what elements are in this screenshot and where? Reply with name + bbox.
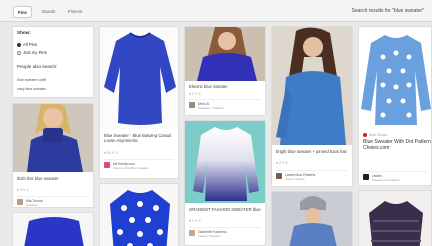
tab-pins[interactable]: Pins xyxy=(13,6,32,18)
show-label: Show: xyxy=(17,30,31,35)
pin-stats: ♥ 4 ✎ 3 xyxy=(189,219,201,223)
avatar xyxy=(189,230,195,236)
radio-unselected-icon xyxy=(17,50,21,55)
pin-caption: Electric blue sweater xyxy=(189,84,228,89)
radio-all-pins[interactable]: All Pins xyxy=(17,42,37,47)
pin-stats: ♥ 4 ✎ 1 xyxy=(17,188,29,192)
pin-card[interactable]: GRADIENT FASHION SWEATER blue ♥ 4 ✎ 3 Ga… xyxy=(184,120,266,246)
pinner-info: Lauren Ann Roberts unicorn sweater xyxy=(276,170,348,181)
pin-card[interactable] xyxy=(12,212,94,246)
avatar xyxy=(17,199,23,205)
pin-image[interactable] xyxy=(272,192,352,246)
pin-from[interactable]: from Choies xyxy=(369,133,387,137)
pin-card[interactable] xyxy=(99,183,179,246)
pin-caption: bright blue sweater + pinned back hair xyxy=(276,149,347,154)
pin-card[interactable] xyxy=(271,191,353,246)
pin-stats: ♥ 2 ✎ 5 xyxy=(189,92,201,96)
source-sub: Summer 2014 Blue Sweater xyxy=(113,166,148,170)
top-bar: Pins Boards Pinners Search results for "… xyxy=(0,0,432,22)
suggestion-link[interactable]: blue sweater outfit xyxy=(17,78,46,82)
radio-just-my-pins[interactable]: Just my Pins xyxy=(17,50,47,55)
pin-caption: Ibizh this blue sweater xyxy=(17,176,59,181)
pin-card[interactable] xyxy=(358,190,432,246)
source-info: bizTrendy.com Summer 2014 Blue Sweater xyxy=(104,159,174,170)
source-info: choies Sweaters & Cardigans xyxy=(363,171,427,182)
suggestion-link[interactable]: navy blue sweater xyxy=(17,87,46,91)
avatar xyxy=(189,102,195,108)
pin-image[interactable] xyxy=(359,27,431,129)
pin-stats: ♥ 2 ✎ 5 xyxy=(276,161,288,165)
pin-image[interactable] xyxy=(185,121,265,203)
pin-caption: Blue Sweater - Blue Batwing Casual Loose… xyxy=(104,133,172,144)
pin-image[interactable] xyxy=(100,27,178,129)
pinner-info: Gabrielle Fosnerus Fashion Sweaters xyxy=(189,227,261,238)
board-name[interactable]: Fashion Sweaters xyxy=(198,234,220,238)
pin-image[interactable] xyxy=(359,191,431,246)
pinner-info: Meru B. Sweaters + Knitwear xyxy=(189,99,261,110)
board-name[interactable]: unicorn sweater xyxy=(285,177,305,181)
tab-boards[interactable]: Boards xyxy=(38,6,59,18)
radio-selected-icon xyxy=(17,42,21,47)
source-logo-icon xyxy=(104,162,110,168)
pin-card[interactable]: Electric blue sweater ♥ 2 ✎ 5 Meru B. Sw… xyxy=(184,26,266,116)
board-name[interactable]: Sweaters xyxy=(26,203,38,207)
also-search-label: People also search: xyxy=(17,64,58,69)
tab-pinners[interactable]: Pinners xyxy=(64,6,86,18)
pin-image[interactable] xyxy=(272,27,352,145)
radio-label: All Pins xyxy=(23,42,37,47)
pinterest-icon xyxy=(363,133,367,137)
pin-card[interactable]: Ibizh this blue sweater ♥ 4 ✎ 1 Mia Tunn… xyxy=(12,103,94,208)
board-name[interactable]: Sweaters + Knitwear xyxy=(198,106,224,110)
pin-image[interactable] xyxy=(100,184,178,246)
pin-title[interactable]: Blue Sweater With Dot Pattern Choies.com xyxy=(363,139,431,151)
source-logo-icon xyxy=(363,174,369,180)
pin-caption: GRADIENT FASHION SWEATER blue xyxy=(189,207,261,212)
pin-card[interactable]: Blue Sweater - Blue Batwing Casual Loose… xyxy=(99,26,179,179)
pin-stats: ♥ 15 ✎ 3 xyxy=(104,151,118,155)
avatar xyxy=(276,173,282,179)
pin-image[interactable] xyxy=(13,104,93,172)
filter-sidebar: Show: All Pins Just my Pins People also … xyxy=(12,26,94,98)
pin-image[interactable] xyxy=(185,27,265,81)
search-results-label: Search results for "blue sweater" xyxy=(351,8,424,14)
pin-card[interactable]: bright blue sweater + pinned back hair ♥… xyxy=(271,26,353,187)
source-sub: Sweaters & Cardigans xyxy=(372,178,400,182)
radio-label: Just my Pins xyxy=(23,50,47,55)
pin-card[interactable]: from Choies Blue Sweater With Dot Patter… xyxy=(358,26,432,186)
pin-image[interactable] xyxy=(13,213,93,246)
pinner-info: Mia Tunnia Sweaters xyxy=(17,196,89,207)
